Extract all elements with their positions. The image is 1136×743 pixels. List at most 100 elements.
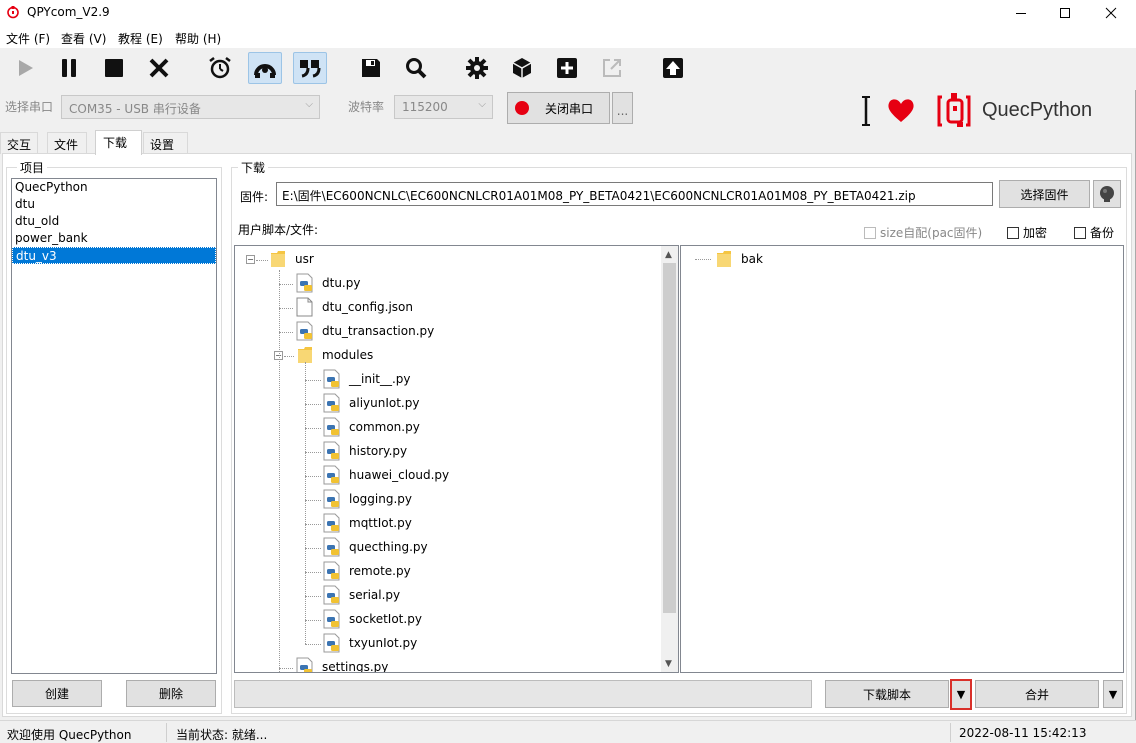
- tree-file-node[interactable]: huawei_cloud.py: [323, 464, 449, 486]
- export-button[interactable]: [595, 52, 629, 84]
- search-button[interactable]: [399, 52, 433, 84]
- tree-connector: [279, 668, 293, 669]
- heart-icon[interactable]: [886, 97, 916, 123]
- python-file-icon: [323, 585, 340, 605]
- tree-node-label: settings.py: [322, 660, 389, 673]
- menu-file[interactable]: 文件 (F): [6, 30, 50, 47]
- tree-file-node[interactable]: dtu.py: [296, 272, 360, 294]
- quote-button[interactable]: [293, 52, 327, 84]
- close-window-button[interactable]: [1088, 0, 1134, 26]
- menu-view[interactable]: 查看 (V): [61, 30, 106, 47]
- firmware-path-input[interactable]: E:\固件\EC600NCNLC\EC600NCNLCR01A01M08_PY_…: [276, 182, 993, 206]
- collapse-icon[interactable]: −: [246, 255, 255, 264]
- minimize-button[interactable]: [998, 0, 1044, 26]
- more-label: ...: [616, 104, 629, 118]
- tab-download[interactable]: 下载: [95, 130, 142, 155]
- tree-file-node[interactable]: logging.py: [323, 488, 412, 510]
- download-group: 下载 固件: E:\固件\EC600NCNLC\EC600NCNLCR01A01…: [231, 159, 1127, 714]
- save-button[interactable]: [354, 52, 388, 84]
- tree-connector: [279, 332, 293, 333]
- merge-options-dropdown[interactable]: ▼: [1103, 680, 1123, 708]
- package-button[interactable]: [505, 52, 539, 84]
- pause-button[interactable]: [52, 52, 86, 84]
- download-options-dropdown[interactable]: ▼: [950, 679, 972, 710]
- tree-file-node[interactable]: __init__.py: [323, 368, 411, 390]
- tree-file-node[interactable]: serial.py: [323, 584, 400, 606]
- tree-scrollbar[interactable]: ▲ ▼: [661, 246, 678, 672]
- toolbar: [0, 48, 1136, 90]
- select-firmware-button[interactable]: 选择固件: [999, 180, 1090, 208]
- project-list[interactable]: QuecPython dtu dtu_old power_bank dtu_v3: [11, 178, 217, 674]
- save-icon: [362, 59, 380, 77]
- tree-file-node[interactable]: remote.py: [323, 560, 411, 582]
- merge-button[interactable]: 合并: [975, 680, 1099, 708]
- tab-interact[interactable]: 交互: [0, 132, 38, 154]
- python-file-icon: [323, 561, 340, 581]
- menu-tutorial[interactable]: 教程 (E): [118, 30, 163, 47]
- list-item-selected[interactable]: dtu_v3: [12, 247, 216, 264]
- create-project-button[interactable]: 创建: [12, 680, 102, 707]
- reconnect-button[interactable]: [248, 52, 282, 84]
- tree-folder-node[interactable]: usr: [269, 248, 314, 270]
- tree-node-label: dtu.py: [322, 276, 361, 290]
- size-auto-checkbox[interactable]: size自配(pac固件): [864, 224, 982, 241]
- tree-file-node[interactable]: aliyunIot.py: [323, 392, 419, 414]
- device-file-tree[interactable]: bak: [680, 245, 1124, 673]
- add-button[interactable]: [550, 52, 584, 84]
- app-logo-icon: [7, 6, 19, 19]
- tree-file-node[interactable]: txyunIot.py: [323, 632, 417, 654]
- scrollbar-thumb[interactable]: [663, 263, 676, 613]
- tree-node-label: dtu_transaction.py: [322, 324, 435, 338]
- download-script-button[interactable]: 下载脚本: [825, 680, 949, 708]
- close-icon: [1105, 7, 1117, 19]
- tree-folder-node[interactable]: bak: [715, 248, 763, 270]
- backup-checkbox[interactable]: 备份: [1074, 224, 1114, 241]
- port-select[interactable]: COM35 - USB 串行设备 ⌵: [61, 95, 320, 119]
- upload-button[interactable]: [656, 52, 690, 84]
- tree-node-label: aliyunIot.py: [349, 396, 420, 410]
- tree-file-node[interactable]: socketIot.py: [323, 608, 422, 630]
- tree-file-node[interactable]: common.py: [323, 416, 420, 438]
- python-file-icon: [323, 393, 340, 413]
- tree-node-label: serial.py: [349, 588, 401, 602]
- baud-select[interactable]: 115200 ⌵: [394, 95, 493, 119]
- tree-file-node[interactable]: history.py: [323, 440, 407, 462]
- status-bar: 欢迎使用 QuecPython 当前状态: 就绪... 2022-08-11 1…: [0, 720, 1136, 743]
- settings-button[interactable]: [460, 52, 494, 84]
- delete-project-button[interactable]: 删除: [126, 680, 216, 707]
- maximize-button[interactable]: [1042, 0, 1088, 26]
- list-item[interactable]: dtu_old: [12, 213, 216, 230]
- tab-files[interactable]: 文件: [47, 132, 87, 154]
- tree-folder-node[interactable]: modules: [296, 344, 373, 366]
- window-title: QPYcom_V2.9: [27, 5, 110, 19]
- close-x-icon: [149, 58, 169, 78]
- tree-node-label: history.py: [349, 444, 408, 458]
- tree-file-node[interactable]: settings.py: [296, 656, 389, 673]
- python-file-icon: [323, 609, 340, 629]
- tree-connector: [305, 404, 321, 405]
- tree-connector: [305, 452, 321, 453]
- scroll-down-icon[interactable]: ▼: [665, 659, 672, 669]
- checkbox-box: [1007, 226, 1019, 239]
- tip-button[interactable]: [1093, 180, 1121, 208]
- close-port-button[interactable]: 关闭串口: [507, 92, 610, 124]
- tab-label: 设置: [150, 138, 175, 152]
- tree-file-node[interactable]: dtu_config.json: [296, 296, 413, 318]
- list-item[interactable]: QuecPython: [12, 179, 216, 196]
- tree-file-node[interactable]: quecthing.py: [323, 536, 428, 558]
- abort-button[interactable]: [142, 52, 176, 84]
- tree-file-node[interactable]: dtu_transaction.py: [296, 320, 434, 342]
- timer-button[interactable]: [203, 52, 237, 84]
- encrypt-checkbox[interactable]: 加密: [1007, 224, 1047, 241]
- stop-button[interactable]: [97, 52, 131, 84]
- dropdown-arrow-icon: ▼: [1108, 687, 1118, 701]
- tree-file-node[interactable]: mqttIot.py: [323, 512, 412, 534]
- script-tree[interactable]: − usr dtu.py dtu_config.json dtu_transaction…: [234, 245, 679, 673]
- list-item[interactable]: power_bank: [12, 230, 216, 247]
- menu-help[interactable]: 帮助 (H): [175, 30, 221, 47]
- more-button[interactable]: ...: [612, 92, 633, 124]
- run-button[interactable]: [8, 52, 42, 84]
- scroll-up-icon[interactable]: ▲: [665, 250, 672, 260]
- list-item[interactable]: dtu: [12, 196, 216, 213]
- tab-settings[interactable]: 设置: [143, 132, 188, 154]
